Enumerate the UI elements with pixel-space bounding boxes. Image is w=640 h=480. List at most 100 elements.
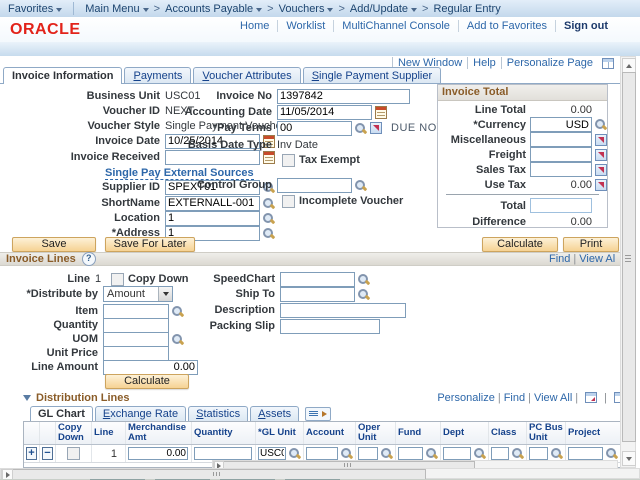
tab-exchange-rate[interactable]: Exchange Rate (95, 406, 186, 421)
use-tax-detail-icon[interactable] (595, 179, 607, 191)
delete-row-button[interactable] (42, 447, 53, 460)
lookup-icon[interactable] (262, 212, 275, 225)
page-horizontal-scrollbar[interactable] (0, 468, 640, 479)
lookup-icon[interactable] (354, 122, 367, 135)
invoice-no-input[interactable] (277, 89, 410, 104)
pay-terms-input[interactable] (277, 121, 352, 136)
shortname-input[interactable] (165, 196, 260, 211)
lookup-icon[interactable] (357, 273, 370, 286)
lookup-icon[interactable] (473, 447, 486, 460)
worklist-link[interactable]: Worklist (277, 20, 333, 32)
tab-single-payment-supplier[interactable]: Single Payment Supplier (303, 67, 441, 83)
chevron-down-icon (411, 8, 417, 12)
distribute-by-value: Amount (107, 288, 145, 300)
ship-to-input[interactable] (280, 287, 355, 302)
col-oper-unit: Oper Unit (356, 422, 396, 444)
lookup-icon[interactable] (262, 197, 275, 210)
control-group-input[interactable] (277, 178, 352, 193)
row-quantity-input[interactable] (194, 447, 252, 460)
tab-assets[interactable]: Assets (250, 406, 299, 421)
gl-unit-input[interactable] (258, 447, 286, 460)
pc-bus-unit-input[interactable] (529, 447, 548, 460)
incomplete-voucher-checkbox[interactable] (282, 195, 295, 208)
scroll-down-icon[interactable] (622, 451, 636, 466)
sign-out-link[interactable]: Sign out (555, 20, 616, 32)
class-input[interactable] (491, 447, 509, 460)
copy-down-checkbox[interactable] (111, 273, 124, 286)
accounting-date-input[interactable] (277, 105, 372, 120)
add-row-button[interactable] (26, 447, 37, 460)
dept-input[interactable] (443, 447, 471, 460)
dist-view-all-link[interactable]: View All (534, 392, 572, 404)
tab-statistics[interactable]: Statistics (188, 406, 248, 421)
lookup-icon[interactable] (605, 447, 618, 460)
help-icon[interactable] (82, 252, 96, 266)
lookup-icon[interactable] (357, 288, 370, 301)
collapse-triangle-icon[interactable] (23, 395, 31, 401)
lookup-icon[interactable] (288, 447, 301, 460)
miscellaneous-input[interactable] (530, 132, 592, 147)
breadcrumb-accounts-payable[interactable]: Accounts Payable (165, 3, 262, 15)
miscellaneous-detail-icon[interactable] (595, 134, 607, 146)
project-input[interactable] (568, 447, 603, 460)
line-amount-input[interactable] (103, 360, 198, 375)
page-vertical-scrollbar[interactable] (620, 56, 636, 468)
description-input[interactable] (280, 303, 406, 318)
save-button[interactable]: Save (12, 237, 96, 252)
lookup-icon[interactable] (262, 227, 275, 240)
zoom-grid-icon[interactable] (585, 392, 597, 403)
home-link[interactable]: Home (232, 20, 277, 32)
tax-exempt-label: Tax Exempt (299, 154, 360, 166)
lookup-icon[interactable] (354, 179, 367, 192)
lookup-icon[interactable] (511, 447, 524, 460)
dist-find-link[interactable]: Find (504, 392, 525, 404)
oper-unit-input[interactable] (358, 447, 378, 460)
row-copy-down-checkbox[interactable] (67, 447, 80, 460)
line-calculate-button[interactable]: Calculate (105, 374, 189, 389)
add-to-favorites-link[interactable]: Add to Favorites (458, 20, 555, 32)
calendar-icon[interactable] (375, 106, 387, 119)
item-label: Item (0, 305, 103, 317)
page-vscroll-thumb[interactable] (622, 72, 636, 442)
sales-tax-detail-icon[interactable] (595, 164, 607, 176)
main-menu[interactable]: Main Menu (85, 3, 148, 15)
print-button[interactable]: Print (563, 237, 619, 252)
tab-voucher-attributes[interactable]: Voucher Attributes (193, 67, 300, 83)
fund-input[interactable] (398, 447, 423, 460)
calculate-button[interactable]: Calculate (482, 237, 558, 252)
tax-exempt-checkbox[interactable] (282, 154, 295, 167)
freight-detail-icon[interactable] (595, 149, 607, 161)
tab-gl-chart[interactable]: GL Chart (30, 406, 93, 421)
invoice-lines-view-all-link[interactable]: View All (579, 253, 615, 265)
multichannel-console-link[interactable]: MultiChannel Console (333, 20, 458, 32)
lookup-icon[interactable] (594, 118, 607, 131)
favorites-menu[interactable]: Favorites (8, 3, 62, 15)
freight-input[interactable] (530, 147, 592, 162)
pay-terms-detail-icon[interactable] (370, 122, 382, 134)
lookup-icon[interactable] (550, 447, 563, 460)
save-for-later-button[interactable]: Save For Later (105, 237, 195, 252)
speedchart-input[interactable] (280, 272, 355, 287)
currency-input[interactable] (530, 117, 592, 132)
packing-slip-input[interactable] (280, 319, 380, 334)
scroll-up-icon[interactable] (622, 58, 636, 73)
show-all-columns-icon[interactable] (305, 407, 331, 421)
dist-personalize-link[interactable]: Personalize (437, 392, 494, 404)
distribute-by-select[interactable]: Amount (103, 286, 173, 302)
lookup-icon[interactable] (425, 447, 438, 460)
invoice-lines-find-link[interactable]: Find (549, 253, 570, 265)
lookup-icon[interactable] (340, 447, 353, 460)
lookup-icon[interactable] (171, 333, 184, 346)
sales-tax-input[interactable] (530, 162, 592, 177)
merchandise-amt-input[interactable] (128, 447, 188, 460)
link-separator: | (498, 392, 501, 404)
account-input[interactable] (306, 447, 338, 460)
breadcrumb-add-update[interactable]: Add/Update (350, 3, 417, 15)
tab-payments[interactable]: Payments (124, 67, 191, 83)
location-input[interactable] (165, 211, 260, 226)
breadcrumb-vouchers[interactable]: Vouchers (279, 3, 334, 15)
use-tax-label: Use Tax (438, 179, 530, 191)
total-input[interactable] (530, 198, 592, 213)
tab-invoice-information[interactable]: Invoice Information (3, 67, 122, 84)
lookup-icon[interactable] (380, 447, 393, 460)
